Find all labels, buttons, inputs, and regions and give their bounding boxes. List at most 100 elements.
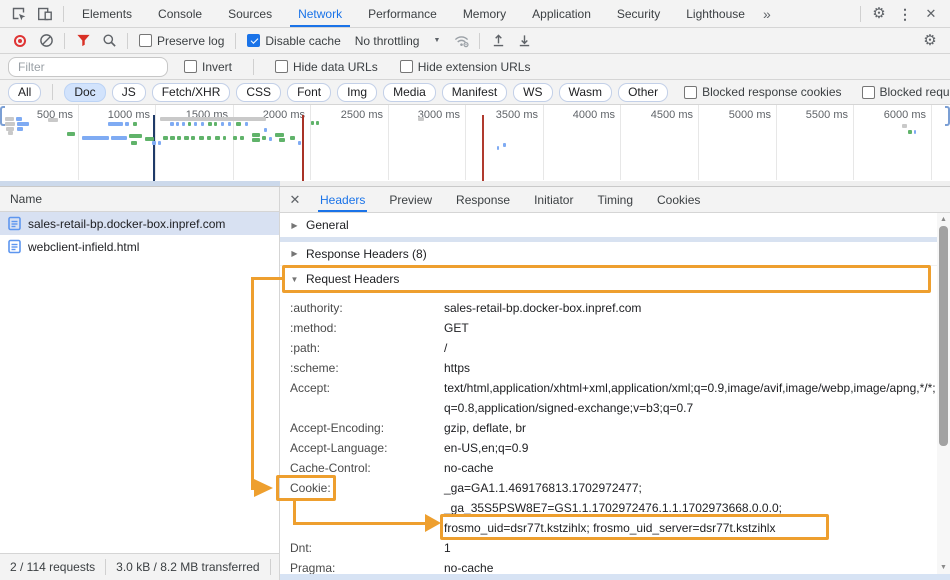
waterfall-bar: [191, 136, 195, 140]
details-tab-headers[interactable]: Headers: [308, 187, 377, 212]
invert-checkbox[interactable]: Invert: [178, 60, 238, 74]
clear-network-log-icon[interactable]: [33, 30, 59, 52]
checkbox-blocked-requests[interactable]: Blocked requests: [856, 85, 950, 99]
filter-funnel-icon[interactable]: [70, 30, 96, 52]
details-tab-response[interactable]: Response: [444, 187, 522, 212]
inspect-element-icon[interactable]: [6, 3, 32, 25]
invert-label: Invert: [202, 60, 232, 74]
settings-gear-icon[interactable]: ⚙: [866, 3, 892, 25]
record-network-log-icon[interactable]: [7, 30, 33, 52]
scrollbar-thumb[interactable]: [939, 226, 948, 446]
filter-chip-fetch-xhr[interactable]: Fetch/XHR: [152, 83, 231, 102]
section-response-headers[interactable]: ▶ Response Headers (8): [280, 242, 950, 266]
scroll-up-icon[interactable]: ▲: [937, 216, 950, 223]
header-value: en-US,en;q=0.9: [444, 438, 950, 458]
hide-extension-urls-checkbox[interactable]: Hide extension URLs: [394, 60, 537, 74]
waterfall-bar: [245, 122, 248, 126]
hide-data-urls-checkbox[interactable]: Hide data URLs: [269, 60, 384, 74]
details-tab-initiator[interactable]: Initiator: [522, 187, 585, 212]
waterfall-bar: [8, 131, 13, 135]
document-icon: [8, 216, 21, 231]
waterfall-bar: [236, 122, 241, 126]
import-har-icon[interactable]: [485, 30, 511, 52]
waterfall-bar: [214, 122, 217, 126]
checkbox-box: [275, 60, 288, 73]
scrollbar-thumb[interactable]: [0, 181, 280, 186]
section-general[interactable]: ▶ General: [280, 213, 950, 237]
disable-cache-checkbox[interactable]: Disable cache: [241, 34, 346, 48]
more-tabs-icon[interactable]: »: [758, 6, 776, 22]
section-request-headers[interactable]: ▼ Request Headers: [280, 266, 950, 292]
waterfall-bar: [199, 136, 204, 140]
checkbox-blocked-response-cookies[interactable]: Blocked response cookies: [678, 85, 847, 99]
tab-security[interactable]: Security: [604, 0, 673, 27]
overview-scrollbar[interactable]: [0, 181, 950, 186]
tab-memory[interactable]: Memory: [450, 0, 519, 27]
filter-chip-js[interactable]: JS: [112, 83, 146, 102]
throttling-select[interactable]: No throttling ▼: [347, 34, 449, 48]
device-toolbar-icon[interactable]: [32, 3, 58, 25]
waterfall-bar: [279, 138, 285, 142]
details-panel: ✕ HeadersPreviewResponseInitiatorTimingC…: [280, 187, 950, 580]
filter-chip-wasm[interactable]: Wasm: [559, 83, 613, 102]
chevron-right-icon: ▶: [290, 249, 299, 258]
waterfall-bar: [176, 122, 179, 126]
request-row[interactable]: webclient-infield.html: [0, 235, 279, 258]
details-scrollbar[interactable]: ▲ ▼: [937, 213, 950, 574]
type-filter-checkboxes: Blocked response cookies Blocked requests…: [678, 85, 950, 99]
close-devtools-icon[interactable]: ✕: [918, 3, 944, 25]
waterfall-bar: [252, 133, 260, 137]
filter-chip-media[interactable]: Media: [383, 83, 436, 102]
tab-sources[interactable]: Sources: [215, 0, 285, 27]
waterfall-bar: [131, 141, 137, 145]
network-conditions-icon[interactable]: [448, 30, 474, 52]
filter-chip-manifest[interactable]: Manifest: [442, 83, 507, 102]
waterfall-bar: [5, 122, 15, 126]
waterfall-bar: [914, 130, 916, 134]
tab-application[interactable]: Application: [519, 0, 604, 27]
tab-network[interactable]: Network: [285, 0, 355, 27]
filter-chip-img[interactable]: Img: [337, 83, 377, 102]
scroll-down-icon[interactable]: ▼: [937, 564, 950, 571]
checkbox-label: Blocked response cookies: [702, 85, 841, 99]
details-tab-cookies[interactable]: Cookies: [645, 187, 712, 212]
separator: [235, 33, 236, 49]
tab-performance[interactable]: Performance: [355, 0, 450, 27]
separator: [127, 33, 128, 49]
details-horizontal-scrollbar[interactable]: [280, 574, 950, 580]
search-icon[interactable]: [96, 30, 122, 52]
range-handle-right-icon[interactable]: [945, 106, 950, 126]
request-row[interactable]: sales-retail-bp.docker-box.inpref.com: [0, 212, 279, 235]
details-tab-timing[interactable]: Timing: [585, 187, 645, 212]
waterfall-bar: [160, 117, 266, 121]
filter-chip-doc[interactable]: Doc: [64, 83, 105, 102]
timeline-label: 2500 ms: [341, 109, 383, 121]
filter-input[interactable]: [8, 57, 168, 77]
tab-console[interactable]: Console: [145, 0, 215, 27]
header-value: _ga=GA1.1.469176813.1702972477;_ga_35S5P…: [444, 478, 950, 538]
export-har-icon[interactable]: [511, 30, 537, 52]
section-response-headers-label: Response Headers (8): [306, 247, 427, 261]
tab-elements[interactable]: Elements: [69, 0, 145, 27]
waterfall-bar: [5, 117, 14, 121]
filter-chip-other[interactable]: Other: [618, 83, 668, 102]
header-value: 1: [444, 538, 950, 558]
requests-count: 2 / 114 requests: [0, 559, 106, 575]
waterfall-bar: [503, 143, 506, 147]
filter-chip-font[interactable]: Font: [287, 83, 331, 102]
overview-canvas[interactable]: 500 ms1000 ms1500 ms2000 ms2500 ms3000 m…: [0, 105, 950, 187]
filter-chip-ws[interactable]: WS: [513, 83, 552, 102]
menu-kebab-icon[interactable]: ⋮: [892, 3, 918, 25]
tab-lighthouse[interactable]: Lighthouse: [673, 0, 758, 27]
filter-chip-css[interactable]: CSS: [236, 83, 281, 102]
preserve-log-checkbox[interactable]: Preserve log: [133, 34, 230, 48]
timeline-gridline: [78, 105, 79, 180]
close-details-icon[interactable]: ✕: [282, 192, 308, 208]
header-name: Accept:: [280, 378, 444, 418]
header-name: Cookie:: [280, 478, 444, 538]
filter-chip-all[interactable]: All: [8, 83, 41, 102]
details-tab-preview[interactable]: Preview: [377, 187, 444, 212]
throttling-value: No throttling: [355, 34, 420, 48]
name-column-header[interactable]: Name: [0, 187, 279, 212]
network-settings-gear-icon[interactable]: ⚙: [917, 30, 943, 52]
